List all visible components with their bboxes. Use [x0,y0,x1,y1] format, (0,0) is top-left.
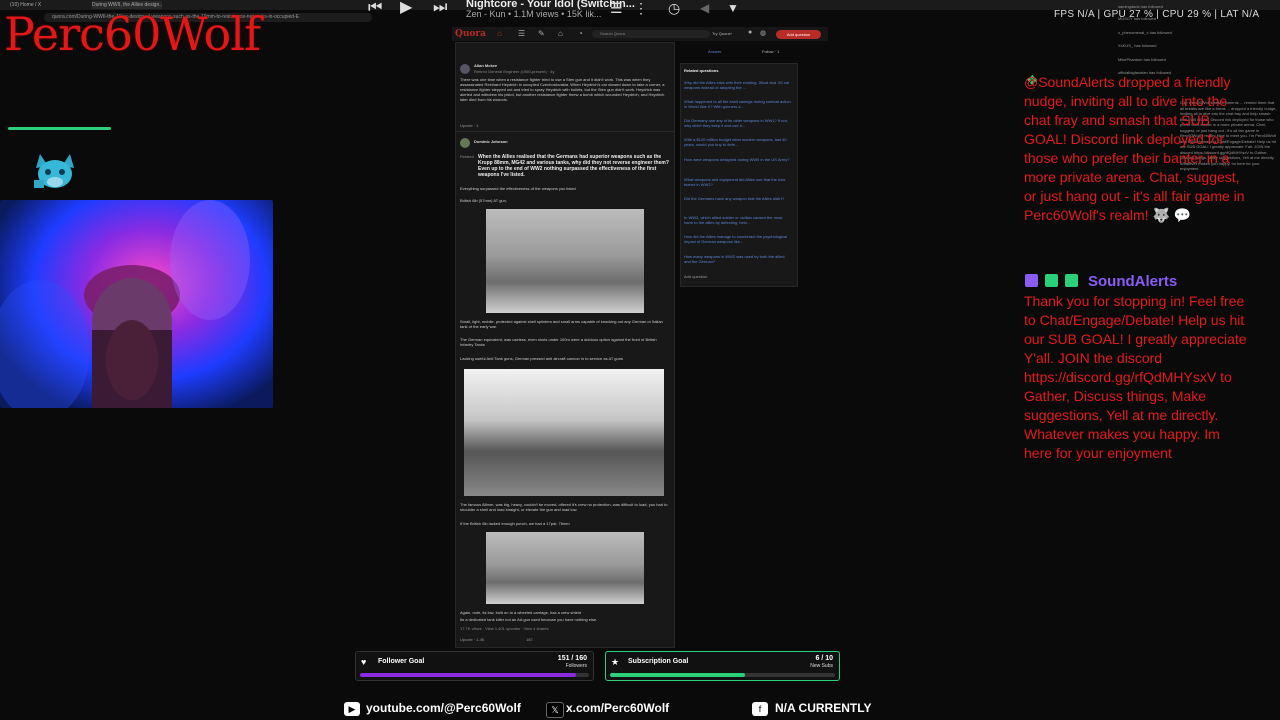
goal-progress-fill [610,673,745,677]
comments-count[interactable]: 187 [526,637,556,642]
answer-paragraph: Its a dedicated tank killer not an AA gu… [460,617,598,622]
goal-progress-track [610,673,835,677]
related-question-link[interactable]: How were weapons designed during WWII in… [684,157,792,162]
facebook-icon: f [752,702,768,716]
follow-row: x_phenomenal_x has followed [1118,30,1172,35]
related-question-link[interactable]: How did the Allies manage to counteract … [684,234,792,244]
badge-icon [1025,274,1038,287]
divider [456,131,674,132]
goal-label: Subscription Goal [628,658,689,665]
goal-progress-track [360,673,589,677]
related-question[interactable]: When the Allies realised that the German… [478,154,670,178]
notifications-icon[interactable]: ◔ [578,29,583,38]
play-icon[interactable]: ▶ [400,0,412,18]
star-icon: ★ [611,657,620,667]
answer-paragraph: Small, light, mobile, protected against … [460,319,663,329]
webcam-feed [0,200,273,408]
answer-button[interactable]: Answer [708,49,721,54]
timer-icon[interactable]: ◷ [668,0,680,18]
seventeen-pounder-photo [486,532,644,604]
now-playing-subtitle: Zen - Kun • 1.1M views • 15K lik... [466,9,602,19]
follow-row: MUSGY has followed [1118,16,1156,21]
globe-icon[interactable]: ◍ [760,29,766,37]
subscription-goal-widget: ★ Subscription Goal 6 / 10 New Subs [605,651,840,681]
answer-paragraph: Lacking useful Anti Tank guns, German pr… [460,356,623,361]
post-body: There was one time when a resistance fig… [460,77,665,102]
upvote-button[interactable]: Upvote · 1 [460,123,670,128]
avatar-icon[interactable]: ● [748,29,752,36]
bot-icon [1065,274,1078,287]
answer-paragraph: The famous 88mm, was big, heavy, couldn'… [460,502,668,512]
answer-follow-bar: Answer Follow · 1 [680,48,796,57]
quora-feed: Allan Mckee Retired General Engineer (19… [455,42,675,648]
follow-row: XxKUS_ has followed [1118,43,1157,48]
answer-lead: Everything surpassed the effectiveness o… [460,186,576,191]
related-question-link[interactable]: Why did the Allies stick with their exis… [684,80,792,90]
youtube-icon: ▶ [344,702,360,716]
goal-count: 6 / 10 [815,655,833,662]
bits-icon [1045,274,1058,287]
queue-icon[interactable]: ☰ [610,0,623,18]
more-icon[interactable]: ⋮ [634,0,648,18]
related-tag: Related [460,154,474,159]
chat-username[interactable]: SoundAlerts [1088,273,1177,290]
follower-goal-widget: ♥ Follower Goal 151 / 160 Followers [355,651,594,681]
post-author[interactable]: Dominic Johnson [474,139,508,144]
quora-search-input[interactable]: Search Quora [592,30,710,38]
related-question-link[interactable]: In WW2, which allied soldier or civilian… [684,215,792,225]
goal-unit: Followers [565,663,587,669]
answer-paragraph: If the British 6lb lacked enough punch, … [460,521,570,526]
related-question-link[interactable]: Did the Germans have any weapon that the… [684,196,792,201]
chat-message: @SoundAlerts dropped a friendly nudge, i… [1024,74,1245,223]
answer-paragraph: The German equivalent, was useless, even… [460,337,657,347]
add-question-link[interactable]: Add question [684,274,792,279]
related-question-link[interactable]: How many weapons in WW2 was used by both… [684,254,792,264]
heart-icon: ♥ [361,657,367,667]
back-icon[interactable]: ◀ [700,0,709,18]
spaces-icon[interactable]: ⌂ [558,29,563,38]
answer-icon[interactable]: ✎ [538,29,545,38]
cat-avatar-icon [32,150,78,192]
goal-progress-fill [360,673,577,677]
goal-unit: New Subs [810,663,833,669]
quora-logo[interactable]: Quora [455,29,486,39]
related-question-link[interactable]: With a $120 million budget what modern w… [684,137,792,147]
answer-paragraph: Again, note, its low, built on to a whee… [460,610,581,615]
add-question-button[interactable]: Add question [776,30,821,39]
post-author[interactable]: Allan Mckee [474,63,497,68]
flak-88-photo [464,369,664,496]
upvote-button[interactable]: Upvote · 1.4K [460,637,520,642]
follow-button[interactable]: Follow · 1 [762,49,779,54]
answer-paragraph: British 6lb (57mm) AT gun, [460,198,507,203]
follow-row: MikePhantom has followed [1118,57,1166,62]
streamer-logo: Perc60Wolf [4,7,261,61]
following-icon[interactable]: ☰ [518,29,525,38]
goal-count: 151 / 160 [557,655,587,662]
related-question-link[interactable]: Did Germany use any of its older weapons… [684,118,792,128]
facebook-link[interactable]: N/A CURRENTLY [775,701,871,715]
next-icon[interactable]: ⏭ [433,0,447,18]
goal-label: Follower Goal [378,658,425,665]
youtube-link[interactable]: youtube.com/@Perc60Wolf [366,701,521,715]
related-question-link[interactable]: What weapons and equipment did Allies us… [684,177,792,187]
home-icon[interactable]: ⌂ [497,29,502,38]
post-stats: 17.7K views · View 1,401 upvotes · View … [460,626,549,631]
chat-message: Thank you for stopping in! Feel free to … [1024,293,1247,461]
related-questions-title: Related questions [684,68,719,73]
prev-icon[interactable]: ⏮ [368,0,382,18]
avatar [460,64,470,74]
six-pounder-photo [486,209,644,313]
x-link[interactable]: x.com/Perc60Wolf [566,701,669,715]
dropdown-icon[interactable]: ▼ [727,0,739,18]
follow-row: samingdadx has followed [1118,4,1163,9]
x-icon: 𝕏 [546,702,564,718]
logo-underline [8,127,111,130]
post-credential: Retired General Engineer (1960-present) … [474,69,555,74]
related-question-link[interactable]: What happened to all the shell casings d… [684,99,792,109]
try-quora-button[interactable]: Try Quora+ [712,31,732,36]
avatar [460,138,470,148]
